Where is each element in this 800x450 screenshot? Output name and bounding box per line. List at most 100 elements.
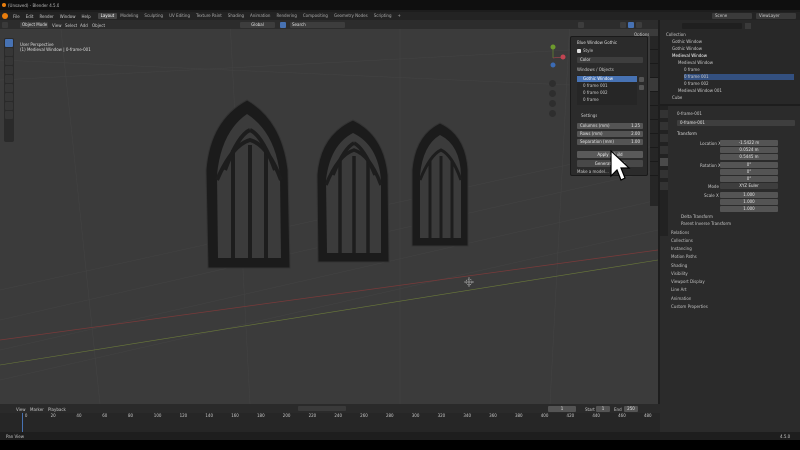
menu-file[interactable]: File: [10, 14, 23, 19]
timeline-menu-marker[interactable]: Marker: [30, 407, 44, 412]
measure-tool-icon[interactable]: [5, 102, 13, 110]
outliner-row[interactable]: Cube: [672, 95, 682, 101]
list-add-icon[interactable]: [639, 77, 644, 82]
scene-selector[interactable]: Scene: [712, 13, 752, 19]
scale-z-field[interactable]: 1.000: [720, 206, 778, 212]
list-item[interactable]: 0 frame 001: [577, 83, 637, 89]
rotation-x-field[interactable]: 0°: [720, 162, 778, 168]
viewport-menu-select[interactable]: Select: [65, 23, 77, 28]
outliner-row[interactable]: Medieval Window: [678, 60, 713, 66]
section-visibility[interactable]: Visibility: [671, 271, 688, 276]
navigation-gizmo[interactable]: [550, 44, 566, 68]
shading-material-icon[interactable]: [628, 21, 634, 28]
snap-icon[interactable]: [280, 21, 286, 28]
playback-controls[interactable]: [298, 406, 346, 411]
list-item[interactable]: 0 frame: [577, 97, 637, 103]
list-item[interactable]: Gothic Window: [577, 76, 637, 82]
sidebar-tab[interactable]: [650, 50, 658, 64]
cursor-tool-icon[interactable]: [5, 48, 13, 56]
timeline-track[interactable]: 0 20 40 60 80 100 120 140 160 180 200 22…: [0, 413, 660, 432]
tab-sculpting[interactable]: Sculpting: [141, 13, 166, 19]
add-cube-tool-icon[interactable]: [5, 111, 13, 119]
rotate-tool-icon[interactable]: [5, 66, 13, 74]
start-frame-field[interactable]: 1: [596, 405, 610, 412]
outliner-row[interactable]: Gothic Window: [672, 46, 702, 52]
list-remove-icon[interactable]: [639, 85, 644, 90]
scale-tool-icon[interactable]: [5, 75, 13, 83]
section-relations[interactable]: Relations: [671, 230, 689, 235]
viewport-nav-buttons[interactable]: [549, 80, 556, 117]
viewport-menu-add[interactable]: Add: [80, 23, 88, 28]
tab-texture-paint[interactable]: Texture Paint: [193, 13, 225, 19]
section-custom-properties[interactable]: Custom Properties: [671, 304, 708, 309]
select-tool-icon[interactable]: [5, 39, 13, 47]
view-layer-selector[interactable]: ViewLayer: [756, 13, 796, 19]
gothic-window-1[interactable]: [205, 99, 291, 269]
menu-help[interactable]: Help: [78, 14, 93, 19]
outliner-row[interactable]: Medieval Window: [672, 53, 707, 59]
move-tool-icon[interactable]: [5, 57, 13, 65]
annotate-tool-icon[interactable]: [5, 93, 13, 101]
section-collections[interactable]: Collections: [671, 238, 693, 243]
render-properties-icon[interactable]: [660, 122, 668, 130]
tab-compositing[interactable]: Compositing: [300, 13, 331, 19]
viewport-menu-view[interactable]: View: [52, 23, 62, 28]
add-workspace-button[interactable]: +: [395, 13, 404, 19]
scale-x-field[interactable]: 1.000: [720, 192, 778, 198]
tab-scripting[interactable]: Scripting: [371, 13, 395, 19]
rotation-z-field[interactable]: 0°: [720, 176, 778, 182]
current-frame-field[interactable]: 1: [548, 405, 576, 412]
tool-properties-icon[interactable]: [660, 110, 668, 118]
scene-properties-icon[interactable]: [660, 146, 668, 154]
filter-icon[interactable]: [745, 23, 751, 29]
tab-shading[interactable]: Shading: [225, 13, 247, 19]
timeline-menu-view[interactable]: View: [16, 407, 26, 412]
transform-tool-icon[interactable]: [5, 84, 13, 92]
columns-field[interactable]: Columns (mm) 1.25: [577, 123, 643, 129]
outliner-row[interactable]: Gothic Window: [672, 39, 702, 45]
tab-uv-editing[interactable]: UV Editing: [166, 13, 193, 19]
section-line-art[interactable]: Line Art: [671, 287, 687, 292]
sidebar-tab[interactable]: [650, 36, 658, 50]
blender-menu-icon[interactable]: [2, 13, 8, 19]
sidebar-tab[interactable]: [650, 64, 658, 78]
outliner-row[interactable]: Medieval Window 001: [678, 88, 722, 94]
location-x-field[interactable]: -1.5422 m: [720, 140, 778, 146]
tab-animation[interactable]: Animation: [247, 13, 273, 19]
shading-rendered-icon[interactable]: [636, 21, 642, 28]
outliner-search[interactable]: [682, 23, 742, 29]
parent-inverse-header[interactable]: Parent Inverse Transform: [681, 221, 731, 226]
timeline-menu-playback[interactable]: Playback: [48, 407, 66, 412]
transform-section-header[interactable]: Transform: [677, 131, 697, 136]
tab-rendering[interactable]: Rendering: [273, 13, 299, 19]
gothic-window-2[interactable]: [316, 119, 390, 263]
material-properties-icon[interactable]: [660, 182, 668, 190]
3d-viewport[interactable]: [0, 20, 658, 404]
tab-geometry-nodes[interactable]: Geometry Nodes: [331, 13, 371, 19]
editor-type-icon[interactable]: [2, 21, 8, 28]
menu-edit[interactable]: Edit: [23, 14, 37, 19]
gothic-window-3[interactable]: [411, 122, 469, 247]
rotation-y-field[interactable]: 0°: [720, 169, 778, 175]
style-checkbox[interactable]: [577, 49, 581, 53]
overlay-icon[interactable]: [578, 21, 584, 28]
location-y-field[interactable]: 0.0524 m: [720, 147, 778, 153]
modifier-properties-icon[interactable]: [660, 170, 668, 178]
sidebar-tab[interactable]: [650, 148, 658, 162]
make-model-label[interactable]: Make a model...: [577, 169, 609, 175]
rows-field[interactable]: Rows (mm) 2.00: [577, 131, 643, 137]
menu-window[interactable]: Window: [57, 14, 79, 19]
tab-modeling[interactable]: Modeling: [117, 13, 141, 19]
sidebar-tab[interactable]: [650, 134, 658, 148]
section-viewport-display[interactable]: Viewport Display: [671, 279, 705, 284]
color-dropdown[interactable]: Color: [577, 57, 643, 63]
outliner-row[interactable]: 0 frame 002: [684, 81, 709, 87]
sidebar-tab[interactable]: [650, 120, 658, 134]
shading-solid-icon[interactable]: [620, 21, 626, 28]
transform-orientation[interactable]: Global: [240, 21, 275, 28]
sidebar-tab[interactable]: [650, 92, 658, 106]
section-instancing[interactable]: Instancing: [671, 246, 692, 251]
output-properties-icon[interactable]: [660, 134, 668, 142]
rotation-mode-dropdown[interactable]: XYZ Euler: [720, 183, 778, 189]
tab-layout[interactable]: Layout: [97, 13, 118, 19]
